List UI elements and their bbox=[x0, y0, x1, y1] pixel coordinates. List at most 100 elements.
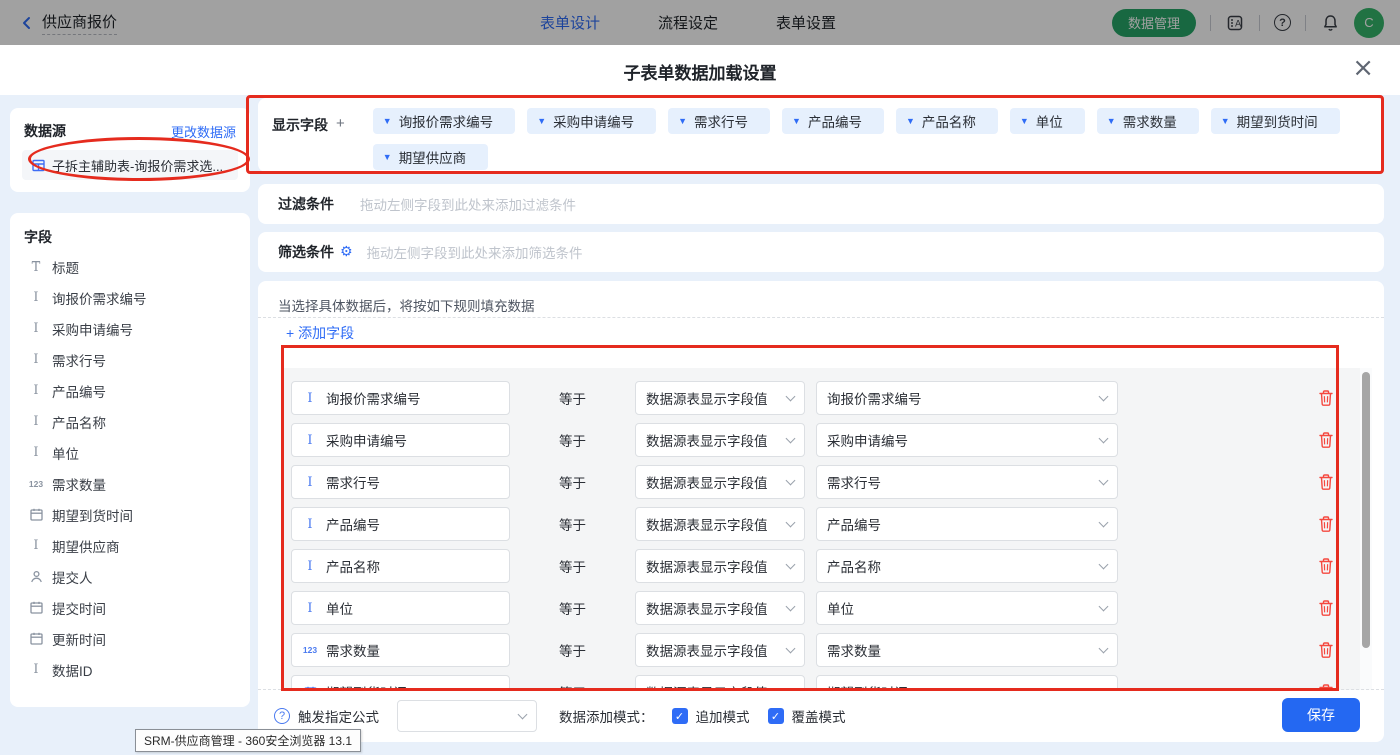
document-title[interactable]: 供应商报价 bbox=[42, 11, 117, 35]
display-field-chip[interactable]: ▼ 期望供应商 bbox=[373, 144, 488, 170]
rule-match-field-select[interactable]: 采购申请编号 bbox=[816, 423, 1118, 457]
display-field-chip[interactable]: ▼ 询报价需求编号 bbox=[373, 108, 515, 134]
bell-icon[interactable] bbox=[1320, 13, 1340, 33]
scrollbar-thumb[interactable] bbox=[1362, 372, 1370, 648]
scrollbar-track[interactable] bbox=[1360, 368, 1372, 690]
field-list-item[interactable]: I 产品编号 bbox=[10, 375, 250, 406]
rule-operator: 等于 bbox=[510, 472, 635, 492]
rule-match-field-select[interactable]: 单位 bbox=[816, 591, 1118, 625]
display-field-chip[interactable]: ▼ 单位 bbox=[1010, 108, 1085, 134]
back-icon[interactable] bbox=[20, 16, 34, 30]
datasource-title: 数据源 bbox=[24, 121, 66, 141]
rule-target-field[interactable]: I 询报价需求编号 bbox=[291, 381, 510, 415]
rule-target-field[interactable]: 123 需求数量 bbox=[291, 633, 510, 667]
field-type-icon bbox=[28, 508, 44, 521]
display-field-chip[interactable]: ▼ 采购申请编号 bbox=[527, 108, 656, 134]
overwrite-mode-checkbox[interactable]: ✓ bbox=[768, 708, 784, 724]
field-list-item[interactable]: I 期望供应商 bbox=[10, 530, 250, 561]
filter-condition-panel[interactable]: 过滤条件 拖动左侧字段到此处来添加过滤条件 bbox=[258, 184, 1384, 224]
close-icon[interactable]: × bbox=[1352, 55, 1374, 81]
divider bbox=[258, 317, 1384, 318]
display-field-chip[interactable]: ▼ 产品名称 bbox=[896, 108, 998, 134]
rule-target-field[interactable]: I 单位 bbox=[291, 591, 510, 625]
delete-rule-icon[interactable] bbox=[1318, 641, 1334, 659]
rule-source-select[interactable]: 数据源表显示字段值 bbox=[635, 549, 805, 583]
datasource-item[interactable]: 子拆主辅助表-询报价需求选... bbox=[22, 150, 238, 180]
rule-source-select[interactable]: 数据源表显示字段值 bbox=[635, 633, 805, 667]
rule-target-field[interactable]: I 产品名称 bbox=[291, 549, 510, 583]
delete-rule-icon[interactable] bbox=[1318, 389, 1334, 407]
delete-rule-icon[interactable] bbox=[1318, 599, 1334, 617]
title-field-icon: T bbox=[32, 261, 41, 273]
text-field-icon: I bbox=[33, 662, 38, 677]
trigger-formula-select[interactable] bbox=[397, 700, 537, 732]
rule-source-value: 数据源表显示字段值 bbox=[646, 598, 768, 618]
tab-flow-setting[interactable]: 流程设定 bbox=[658, 12, 718, 33]
field-list-item[interactable]: I 产品名称 bbox=[10, 406, 250, 437]
text-field-icon: I bbox=[33, 414, 38, 429]
field-type-icon bbox=[28, 601, 44, 614]
back-group[interactable]: 供应商报价 bbox=[20, 0, 117, 45]
add-rule-field-button[interactable]: + 添加字段 bbox=[286, 323, 354, 343]
rule-source-select[interactable]: 数据源表显示字段值 bbox=[635, 381, 805, 415]
rule-field-label: 询报价需求编号 bbox=[326, 388, 421, 408]
field-list-item[interactable]: I 数据ID bbox=[10, 654, 250, 685]
contact-card-icon[interactable]: A bbox=[1225, 13, 1245, 33]
rule-match-field-select[interactable]: 产品编号 bbox=[816, 507, 1118, 541]
rule-source-select[interactable]: 数据源表显示字段值 bbox=[635, 675, 805, 690]
text-field-icon: I bbox=[307, 517, 312, 532]
field-list-item[interactable]: 123 需求数量 bbox=[10, 468, 250, 499]
display-field-chip[interactable]: ▼ 需求行号 bbox=[668, 108, 770, 134]
field-list-item[interactable]: I 需求行号 bbox=[10, 344, 250, 375]
display-field-chip[interactable]: ▼ 期望到货时间 bbox=[1211, 108, 1340, 134]
data-manage-button[interactable]: 数据管理 bbox=[1112, 9, 1196, 37]
delete-rule-icon[interactable] bbox=[1318, 557, 1334, 575]
rule-target-field[interactable]: I 需求行号 bbox=[291, 465, 510, 499]
delete-rule-icon[interactable] bbox=[1318, 431, 1334, 449]
rule-target-field[interactable]: I 产品编号 bbox=[291, 507, 510, 541]
rule-target-field[interactable]: 期望到货时间 bbox=[291, 675, 510, 690]
delete-rule-icon[interactable] bbox=[1318, 473, 1334, 491]
add-display-field-button[interactable]: + bbox=[336, 115, 345, 132]
rule-source-select[interactable]: 数据源表显示字段值 bbox=[635, 591, 805, 625]
field-type-icon: I bbox=[302, 391, 318, 406]
rule-match-field-select[interactable]: 期望到货时间 bbox=[816, 675, 1118, 690]
rule-match-field-select[interactable]: 需求数量 bbox=[816, 633, 1118, 667]
help-icon[interactable]: ? bbox=[1274, 14, 1291, 31]
field-list-item[interactable]: I 单位 bbox=[10, 437, 250, 468]
field-list-item[interactable]: T 标题 bbox=[10, 251, 250, 282]
tab-form-setting[interactable]: 表单设置 bbox=[776, 12, 836, 33]
screen-condition-panel[interactable]: 筛选条件 ⚙ 拖动左侧字段到此处来添加筛选条件 bbox=[258, 232, 1384, 272]
append-mode-checkbox[interactable]: ✓ bbox=[672, 708, 688, 724]
field-list-item[interactable]: I 采购申请编号 bbox=[10, 313, 250, 344]
field-list-item[interactable]: 提交人 bbox=[10, 561, 250, 592]
tab-form-design[interactable]: 表单设计 bbox=[540, 12, 600, 33]
gear-icon[interactable]: ⚙ bbox=[340, 244, 353, 260]
overwrite-mode-checkbox-group[interactable]: ✓ 覆盖模式 bbox=[768, 706, 846, 726]
rule-row: I 单位 等于 数据源表显示字段值 单位 bbox=[291, 591, 1360, 625]
field-list-item[interactable]: 提交时间 bbox=[10, 592, 250, 623]
display-field-chip[interactable]: ▼ 产品编号 bbox=[782, 108, 884, 134]
field-label: 需求数量 bbox=[52, 474, 106, 494]
rule-source-select[interactable]: 数据源表显示字段值 bbox=[635, 507, 805, 541]
append-mode-checkbox-group[interactable]: ✓ 追加模式 bbox=[672, 706, 750, 726]
rule-match-field-select[interactable]: 需求行号 bbox=[816, 465, 1118, 499]
append-mode-label: 追加模式 bbox=[696, 706, 750, 726]
chevron-down-icon: ▼ bbox=[678, 116, 687, 126]
user-avatar[interactable]: C bbox=[1354, 8, 1384, 38]
field-list-item[interactable]: 更新时间 bbox=[10, 623, 250, 654]
rule-target-field[interactable]: I 采购申请编号 bbox=[291, 423, 510, 457]
delete-rule-icon[interactable] bbox=[1318, 515, 1334, 533]
save-button[interactable]: 保存 bbox=[1282, 698, 1360, 732]
question-circle-icon[interactable]: ? bbox=[274, 708, 290, 724]
rule-source-select[interactable]: 数据源表显示字段值 bbox=[635, 465, 805, 499]
rule-match-field-select[interactable]: 询报价需求编号 bbox=[816, 381, 1118, 415]
field-list-item[interactable]: 期望到货时间 bbox=[10, 499, 250, 530]
rule-source-select[interactable]: 数据源表显示字段值 bbox=[635, 423, 805, 457]
chevron-down-icon bbox=[1099, 559, 1109, 569]
field-list-item[interactable]: I 询报价需求编号 bbox=[10, 282, 250, 313]
change-datasource-link[interactable]: 更改数据源 bbox=[171, 122, 236, 141]
display-field-chip[interactable]: ▼ 需求数量 bbox=[1097, 108, 1199, 134]
rule-match-field-select[interactable]: 产品名称 bbox=[816, 549, 1118, 583]
number-field-icon: 123 bbox=[303, 645, 317, 655]
